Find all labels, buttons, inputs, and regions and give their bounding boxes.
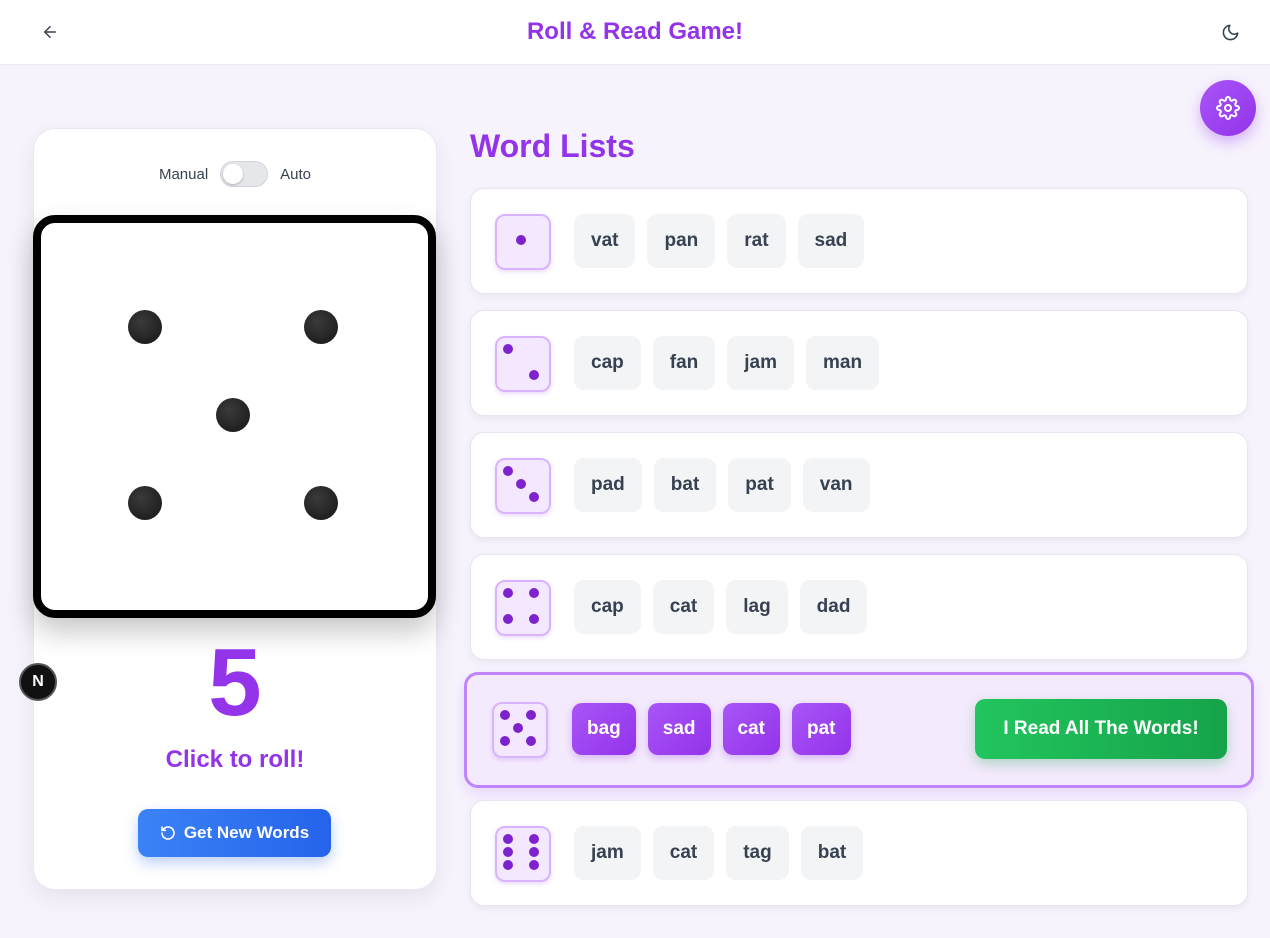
- switch-knob: [223, 164, 244, 184]
- dice-face-pip: [500, 710, 510, 720]
- app-title: Roll & Read Game!: [526, 18, 744, 45]
- gear-icon: [1216, 96, 1240, 120]
- dice-face-pip: [503, 588, 513, 598]
- dice-face-pip: [529, 614, 539, 624]
- moon-icon: [1222, 24, 1238, 40]
- dice-face-pip: [529, 492, 539, 502]
- mode-toggle: Manual Auto: [34, 161, 436, 187]
- word-row: jam cat tag bat: [470, 800, 1248, 906]
- word-chip[interactable]: cap: [574, 336, 641, 390]
- word-chip[interactable]: jam: [574, 826, 641, 880]
- dice-face-pip: [503, 847, 513, 857]
- dice-face-pip: [503, 834, 513, 844]
- word-chip[interactable]: sad: [647, 703, 711, 755]
- word-chip[interactable]: jam: [727, 336, 794, 390]
- word-chip[interactable]: cat: [652, 826, 715, 880]
- word-chip[interactable]: pat: [792, 703, 851, 755]
- get-new-words-label: Get New Words: [183, 823, 310, 842]
- dice-face-pip: [529, 847, 539, 857]
- word-chip[interactable]: cap: [574, 580, 641, 634]
- dice-face-icon: [495, 336, 551, 392]
- word-chip[interactable]: pat: [728, 458, 791, 512]
- word-chip[interactable]: bat: [800, 826, 864, 880]
- dice-face-pip: [503, 860, 513, 870]
- dice-face-pip: [529, 834, 539, 844]
- get-new-words-button[interactable]: Get New Words: [138, 809, 331, 857]
- dice-face-pip: [529, 370, 539, 380]
- devtools-badge[interactable]: N: [19, 663, 57, 701]
- dice-pip: [216, 398, 250, 432]
- dice-face-pip: [503, 466, 513, 476]
- dice-pip: [304, 486, 338, 520]
- dice[interactable]: [33, 215, 436, 618]
- word-chip[interactable]: man: [806, 336, 880, 390]
- settings-button[interactable]: [1200, 80, 1256, 136]
- word-chip[interactable]: rat: [727, 214, 786, 268]
- dice-pip: [128, 486, 162, 520]
- dice-face-pip: [500, 736, 510, 746]
- dice-face-icon: [495, 458, 551, 514]
- word-chip[interactable]: dad: [799, 580, 868, 634]
- word-row: pad bat pat van: [470, 432, 1248, 538]
- word-row: vat pan rat sad: [470, 188, 1248, 294]
- roll-hint: Click to roll!: [165, 746, 305, 773]
- auto-roll-switch[interactable]: [220, 161, 269, 187]
- word-chip[interactable]: pan: [647, 214, 716, 268]
- dice-face-icon: [495, 826, 551, 882]
- word-chip[interactable]: lag: [726, 580, 788, 634]
- dice-pip: [304, 310, 338, 344]
- dice-face-pip: [513, 723, 523, 733]
- dice-face-pip: [526, 710, 536, 720]
- dice-face-pip: [503, 614, 513, 624]
- theme-toggle-button[interactable]: [1214, 16, 1246, 48]
- top-bar: Roll & Read Game!: [0, 0, 1270, 65]
- word-chip[interactable]: cat: [722, 703, 780, 755]
- roll-result: 5: [208, 629, 262, 736]
- dice-face-icon: [492, 702, 548, 758]
- dice-pip: [128, 310, 162, 344]
- word-chip[interactable]: bat: [653, 458, 717, 512]
- dice-face-pip: [503, 344, 513, 354]
- dice-face-icon: [495, 214, 551, 270]
- dice-face-pip: [529, 860, 539, 870]
- dice-face-icon: [495, 580, 551, 636]
- word-chip[interactable]: vat: [574, 214, 636, 268]
- word-row: cap fan jam man: [470, 310, 1248, 416]
- word-row-active: bag sad cat pat I Read All The Words!: [464, 672, 1254, 788]
- dice-face-pip: [516, 479, 526, 489]
- dice-face-pip: [526, 736, 536, 746]
- word-lists-title: Word Lists: [470, 128, 635, 164]
- refresh-icon: [161, 826, 175, 840]
- word-chip[interactable]: bag: [572, 703, 636, 755]
- word-chip[interactable]: fan: [652, 336, 716, 390]
- dice-face-pip: [516, 235, 526, 245]
- dice-face-pip: [529, 588, 539, 598]
- word-chip[interactable]: pad: [574, 458, 642, 512]
- word-row: cap cat lag dad: [470, 554, 1248, 660]
- word-chip[interactable]: cat: [652, 580, 715, 634]
- word-chip[interactable]: tag: [726, 826, 789, 880]
- word-chip[interactable]: sad: [797, 214, 865, 268]
- mode-manual-label: Manual: [158, 165, 209, 183]
- word-chip[interactable]: van: [802, 458, 870, 512]
- read-all-words-button[interactable]: I Read All The Words!: [975, 699, 1227, 759]
- mode-auto-label: Auto: [280, 165, 312, 183]
